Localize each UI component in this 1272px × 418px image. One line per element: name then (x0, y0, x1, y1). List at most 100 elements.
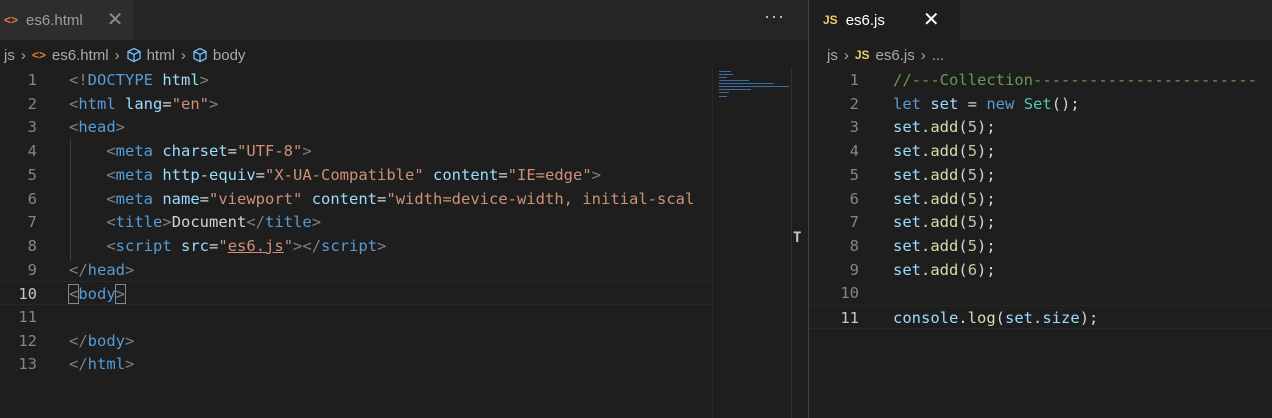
code-token: 5 (967, 189, 978, 208)
close-icon[interactable]: ✕ (923, 10, 940, 30)
code-token: add (930, 142, 959, 161)
code-line[interactable]: 6 set.add(5); (809, 187, 1272, 211)
chevron-right-icon: › (114, 46, 120, 64)
code-line[interactable]: 11 console.log(set.size); (809, 305, 1272, 329)
code-token: ( (958, 165, 968, 184)
right-tab-bar: JS es6.js ✕ (809, 0, 1272, 40)
code-line[interactable]: 2 <html lang="en"> (0, 92, 808, 116)
line-number: 12 (18, 331, 37, 350)
breadcrumb-item-html[interactable]: html (147, 47, 175, 64)
tab-es6-js[interactable]: JS es6.js ✕ (809, 0, 960, 40)
code-token: = (209, 236, 219, 255)
code-line[interactable]: 8 <script src="es6.js"></script> (0, 234, 808, 258)
element-cube-icon (126, 47, 141, 63)
line-number: 2 (27, 94, 37, 113)
code-token: = (498, 165, 508, 184)
code-token: script (321, 236, 378, 255)
code-token: </ (69, 355, 88, 374)
code-token: < (106, 165, 116, 184)
tab-es6-html[interactable]: <> es6.html ✕ (0, 0, 134, 40)
code-line[interactable]: 2 let set = new Set(); (809, 92, 1272, 116)
code-token: add (930, 260, 959, 279)
code-line[interactable]: 11 (0, 305, 808, 329)
code-token: > (162, 213, 172, 232)
more-actions-icon[interactable]: ··· (764, 6, 785, 27)
code-token: 5 (967, 165, 978, 184)
line-number: 2 (849, 94, 859, 113)
breadcrumb-item-body[interactable]: body (213, 47, 246, 64)
code-line[interactable]: 3 set.add(5); (809, 115, 1272, 139)
code-line[interactable]: 9 set.add(6); (809, 258, 1272, 282)
code-line[interactable]: 4 set.add(5); (809, 139, 1272, 163)
code-line[interactable]: 8 set.add(5); (809, 234, 1272, 258)
code-line[interactable]: 1 <!DOCTYPE html> (0, 68, 808, 92)
code-text: </body> (69, 329, 134, 353)
code-line[interactable]: 6 <meta name="viewport" content="width=d… (0, 187, 808, 211)
line-number: 8 (849, 236, 859, 255)
code-token: add (930, 189, 959, 208)
minimap-line (719, 89, 751, 90)
chevron-right-icon: › (920, 46, 926, 64)
code-token: ); (977, 236, 996, 255)
breadcrumb-item-file[interactable]: es6.html (52, 47, 109, 64)
code-token: ( (958, 260, 968, 279)
code-token: > (209, 94, 219, 113)
minimap-line (719, 86, 789, 87)
chevron-right-icon: › (180, 46, 186, 64)
code-line[interactable]: 7 <title>Document</title> (0, 210, 808, 234)
code-token: console (893, 309, 959, 327)
code-line[interactable]: 13 </html> (0, 352, 808, 376)
breadcrumb-item-js[interactable]: js (827, 47, 838, 64)
code-text: <script src="es6.js"></script> (69, 234, 386, 258)
code-token: head (78, 118, 116, 137)
code-line[interactable]: 4 <meta charset="UTF-8"> (0, 139, 808, 163)
code-token: ( (958, 118, 968, 137)
code-token: "viewport" (209, 189, 303, 208)
line-number: 1 (27, 71, 37, 89)
line-number: 11 (840, 309, 859, 327)
code-token: 5 (967, 118, 978, 137)
breadcrumb-item-js[interactable]: js (4, 47, 15, 64)
line-number: 4 (27, 142, 37, 161)
close-icon[interactable]: ✕ (107, 10, 124, 30)
code-token: < (69, 94, 79, 113)
code-line[interactable]: 5 <meta http-equiv="X-UA-Compatible" con… (0, 163, 808, 187)
code-token: ); (977, 118, 996, 137)
code-token: . (921, 213, 931, 232)
code-line[interactable]: 9 </head> (0, 258, 808, 282)
code-token: 5 (967, 213, 978, 232)
line-number: 6 (27, 189, 37, 208)
minimap[interactable] (712, 68, 791, 418)
code-line[interactable]: 7 set.add(5); (809, 210, 1272, 234)
code-token: http-equiv (162, 165, 256, 184)
code-line[interactable]: 10 <body> (0, 281, 808, 306)
chevron-right-icon: › (20, 46, 26, 64)
js-code-editor[interactable]: 1 //---Collection------------------------… (809, 68, 1272, 418)
code-text: set.add(6); (893, 258, 996, 282)
breadcrumb-item-symbols[interactable]: ... (932, 47, 945, 64)
line-number: 3 (849, 118, 859, 137)
code-token: " (218, 236, 228, 255)
code-text: <body> (67, 282, 127, 306)
code-token: set (893, 213, 921, 232)
html-code-editor[interactable]: 1 <!DOCTYPE html> 2 <html lang="en"> 3 <head>… (0, 68, 808, 418)
code-line[interactable]: 12 </body> (0, 329, 808, 353)
code-token: = (255, 165, 266, 184)
code-token: ( (958, 236, 968, 255)
code-token: charset (162, 142, 228, 161)
code-token: < (69, 118, 79, 137)
breadcrumb-item-file[interactable]: es6.js (876, 47, 915, 64)
code-token: title (115, 213, 163, 232)
code-line[interactable]: 5 set.add(5); (809, 163, 1272, 187)
code-token: title (265, 213, 312, 232)
line-number: 7 (849, 213, 859, 232)
code-line[interactable]: 1 //---Collection------------------------ (809, 68, 1272, 92)
code-line[interactable]: 10 (809, 281, 1272, 305)
code-text: </head> (69, 258, 134, 282)
code-token: "X-UA-Compatible" (265, 165, 424, 184)
code-token: > (125, 355, 135, 374)
code-line[interactable]: 3 <head> (0, 115, 808, 139)
